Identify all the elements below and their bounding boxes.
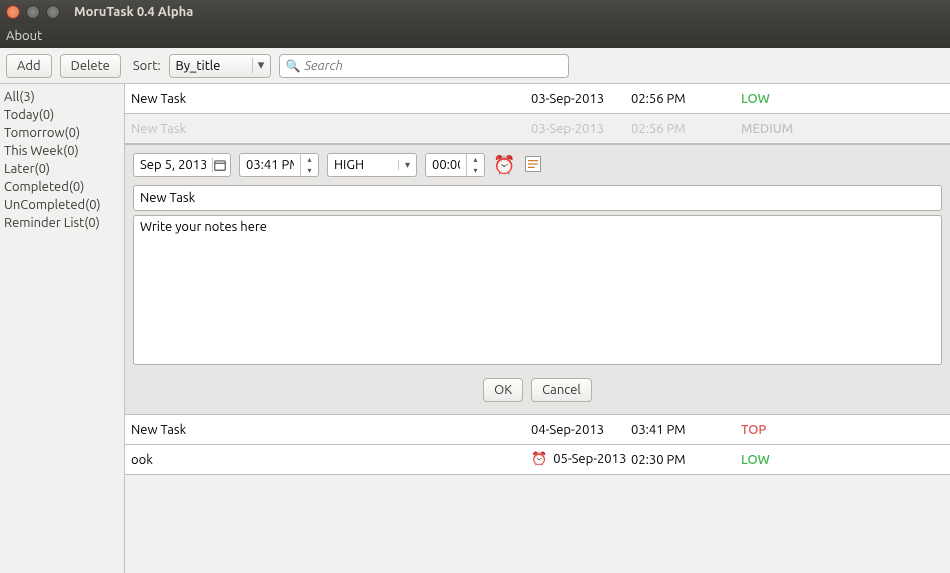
- task-date: ⏰05-Sep-2013: [531, 452, 631, 467]
- menu-about[interactable]: About: [6, 29, 42, 43]
- window-title: MoruTask 0.4 Alpha: [74, 5, 193, 19]
- menu-bar: About: [0, 24, 950, 48]
- window-close-button[interactable]: [6, 5, 20, 19]
- content-area: New Task 03-Sep-2013 02:56 PM LOW New Ta…: [124, 84, 950, 573]
- add-button[interactable]: Add: [6, 54, 52, 78]
- search-icon: 🔍: [286, 59, 301, 73]
- delete-button[interactable]: Delete: [60, 54, 121, 78]
- duration-input[interactable]: [426, 156, 466, 174]
- task-date: 03-Sep-2013: [531, 92, 631, 106]
- task-editor: ▴▾ ▾ ▴▾ ⏰ OK Cancel: [125, 144, 950, 415]
- sidebar-item-all[interactable]: All(3): [2, 88, 122, 106]
- date-input[interactable]: [134, 156, 212, 174]
- time-spinner[interactable]: ▴▾: [300, 154, 318, 176]
- cancel-button[interactable]: Cancel: [531, 378, 592, 402]
- sort-dropdown[interactable]: ▾: [169, 54, 271, 78]
- sidebar-item-thisweek[interactable]: This Week(0): [2, 142, 122, 160]
- editor-title-input[interactable]: [133, 185, 942, 211]
- date-field[interactable]: [133, 153, 231, 177]
- task-priority: MEDIUM: [731, 122, 944, 136]
- task-priority: LOW: [731, 92, 944, 106]
- sidebar-item-completed[interactable]: Completed(0): [2, 178, 122, 196]
- task-date: 04-Sep-2013: [531, 423, 631, 437]
- calendar-icon[interactable]: [212, 158, 230, 172]
- task-title: ook: [131, 453, 531, 467]
- priority-field[interactable]: ▾: [327, 153, 417, 177]
- time-field[interactable]: ▴▾: [239, 153, 319, 177]
- task-time: 02:30 PM: [631, 453, 731, 467]
- window-maximize-button[interactable]: [46, 5, 60, 19]
- duration-field[interactable]: ▴▾: [425, 153, 485, 177]
- duration-spinner[interactable]: ▴▾: [466, 154, 484, 176]
- sidebar-item-today[interactable]: Today(0): [2, 106, 122, 124]
- task-title: New Task: [131, 423, 531, 437]
- search-field[interactable]: 🔍: [279, 54, 569, 78]
- sort-label: Sort:: [133, 59, 161, 73]
- alarm-icon[interactable]: ⏰: [493, 155, 515, 176]
- task-time: 02:56 PM: [631, 92, 731, 106]
- window-minimize-button[interactable]: [26, 5, 40, 19]
- chevron-down-icon[interactable]: ▾: [398, 160, 416, 170]
- task-time: 03:41 PM: [631, 423, 731, 437]
- ok-button[interactable]: OK: [483, 378, 523, 402]
- sidebar-item-later[interactable]: Later(0): [2, 160, 122, 178]
- task-priority: TOP: [731, 423, 944, 437]
- task-row[interactable]: New Task 03-Sep-2013 02:56 PM MEDIUM: [125, 114, 950, 144]
- sidebar-item-reminder[interactable]: Reminder List(0): [2, 214, 122, 232]
- note-icon[interactable]: [523, 154, 543, 177]
- titlebar: MoruTask 0.4 Alpha: [0, 0, 950, 24]
- task-title: New Task: [131, 92, 531, 106]
- task-title: New Task: [131, 122, 531, 136]
- sort-value[interactable]: [170, 57, 252, 75]
- chevron-down-icon[interactable]: ▾: [252, 58, 270, 73]
- task-row[interactable]: New Task 04-Sep-2013 03:41 PM TOP: [125, 415, 950, 445]
- priority-input[interactable]: [328, 156, 398, 174]
- sidebar: All(3) Today(0) Tomorrow(0) This Week(0)…: [0, 84, 124, 573]
- alarm-icon: ⏰: [531, 452, 547, 466]
- editor-notes-textarea[interactable]: [133, 215, 942, 365]
- sidebar-item-tomorrow[interactable]: Tomorrow(0): [2, 124, 122, 142]
- task-row[interactable]: ook ⏰05-Sep-2013 02:30 PM LOW: [125, 445, 950, 475]
- time-input[interactable]: [240, 156, 300, 174]
- task-date: 03-Sep-2013: [531, 122, 631, 136]
- toolbar: Add Delete Sort: ▾ 🔍: [0, 48, 950, 84]
- task-priority: LOW: [731, 453, 944, 467]
- task-time: 02:56 PM: [631, 122, 731, 136]
- sidebar-item-uncompleted[interactable]: UnCompleted(0): [2, 196, 122, 214]
- task-row[interactable]: New Task 03-Sep-2013 02:56 PM LOW: [125, 84, 950, 114]
- search-input[interactable]: [304, 59, 561, 73]
